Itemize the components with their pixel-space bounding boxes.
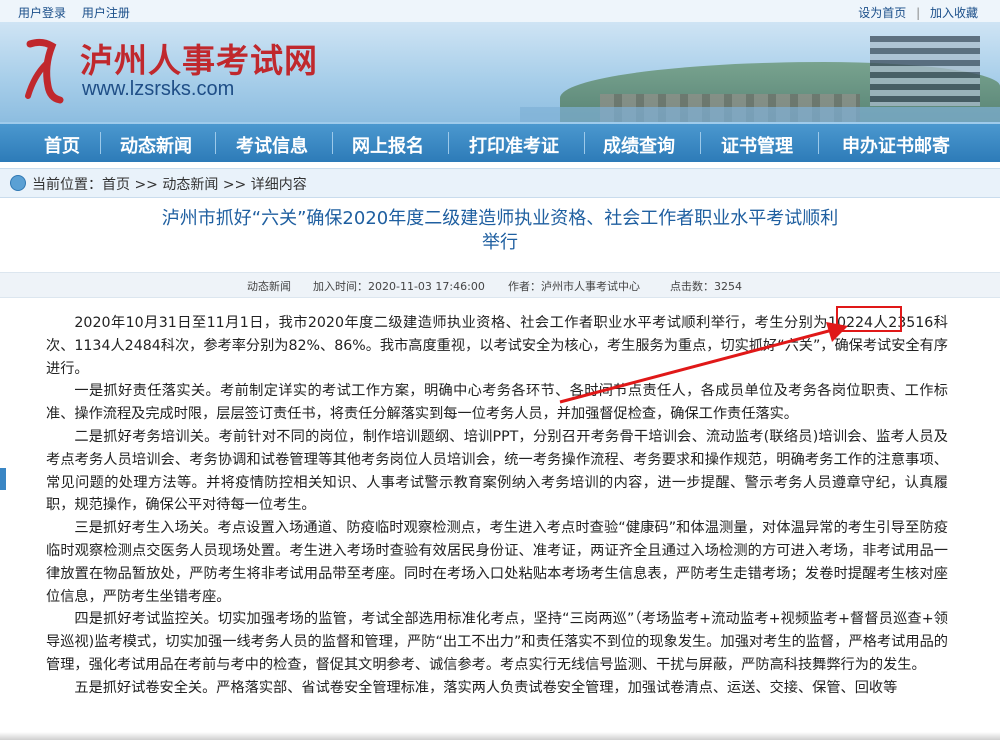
nav-online-registration[interactable]: 网上报名 [352, 132, 424, 158]
breadcrumb-section[interactable]: 动态新闻 [162, 177, 218, 193]
article-title-line2: 举行 [482, 232, 518, 253]
breadcrumb-home[interactable]: 首页 [102, 177, 130, 193]
meta-added-time: 加入时间：2020-11-03 17:46:00 [313, 280, 485, 293]
top-right-links: 设为首页 | 加入收藏 [858, 4, 978, 21]
top-left-links: 用户登录 用户注册 [18, 4, 130, 21]
set-home-link[interactable]: 设为首页 [858, 6, 906, 20]
article-paragraph: 一是抓好责任落实关。考前制定详实的考试工作方案，明确中心考务各环节、各时间节点责… [46, 383, 948, 423]
register-link[interactable]: 用户注册 [82, 6, 130, 20]
site-name: 泸州人事考试网 [80, 41, 318, 80]
article-title: 泸州市抓好“六关”确保2020年度二级建造师执业资格、社会工作者职业水平考试顺利… [130, 207, 870, 255]
top-utility-bar: 用户登录 用户注册 设为首页 | 加入收藏 [0, 0, 1000, 23]
nav-certificate-mail[interactable]: 申办证书邮寄 [842, 132, 950, 158]
breadcrumb-sep: >> [130, 177, 163, 193]
location-pin-icon [10, 175, 26, 191]
nav-print-admission[interactable]: 打印准考证 [469, 132, 559, 158]
breadcrumb-current: 详细内容 [250, 177, 307, 193]
bottom-shadow [0, 732, 1000, 740]
annotation-highlight-box [836, 306, 902, 332]
nav-exam-info[interactable]: 考试信息 [236, 132, 308, 158]
add-favorite-link[interactable]: 加入收藏 [930, 6, 978, 20]
banner-water-image [520, 107, 1000, 122]
breadcrumb-sep: >> [218, 177, 251, 193]
top-separator: | [916, 6, 921, 20]
article-paragraph: 四是抓好考试监控关。切实加强考场的监管，考试全部选用标准化考点，坚持“三岗两巡”… [46, 611, 948, 673]
article-meta: 动态新闻 加入时间：2020-11-03 17:46:00 作者：泸州市人事考试… [0, 272, 1000, 298]
meta-clicks: 点击数：3254 [670, 280, 742, 293]
site-banner: 泸州人事考试网 www.lzsrsks.com [0, 22, 1000, 122]
article-paragraph: 三是抓好考生入场关。考点设置入场通道、防疫临时观察检测点，考生进入考点时查验“健… [46, 520, 948, 605]
main-nav: 首页 动态新闻 考试信息 网上报名 打印准考证 成绩查询 证书管理 申办证书邮寄 [0, 122, 1000, 162]
nav-certificate-mgmt[interactable]: 证书管理 [721, 132, 793, 158]
article-title-line1: 泸州市抓好“六关”确保2020年度二级建造师执业资格、社会工作者职业水平考试顺利 [161, 208, 839, 229]
banner-tower-image [870, 36, 980, 106]
nav-news[interactable]: 动态新闻 [120, 132, 192, 158]
breadcrumb: 当前位置：首页 >> 动态新闻 >> 详细内容 [0, 168, 1000, 198]
article-paragraph: 五是抓好试卷安全关。严格落实部、省试卷安全管理标准，落实两人负责试卷安全管理，加… [74, 679, 898, 696]
article-paragraph: 二是抓好考务培训关。考前针对不同的岗位，制作培训题纲、培训PPT，分别召开考务骨… [46, 428, 948, 514]
article-paragraph: 2020年10月31日至11月1日，我市2020年度二级建造师执业资格、社会工作… [46, 315, 948, 377]
meta-category: 动态新闻 [247, 280, 291, 293]
nav-score-query[interactable]: 成绩查询 [603, 132, 675, 158]
site-url: www.lzsrsks.com [82, 78, 235, 100]
article-body: 2020年10月31日至11月1日，我市2020年度二级建造师执业资格、社会工作… [46, 312, 948, 700]
site-logo-icon [25, 38, 64, 104]
side-floating-tab[interactable] [0, 468, 6, 490]
meta-author: 作者：泸州市人事考试中心 [508, 280, 640, 293]
breadcrumb-prefix: 当前位置： [32, 177, 102, 193]
nav-home[interactable]: 首页 [44, 132, 80, 158]
login-link[interactable]: 用户登录 [18, 6, 66, 20]
